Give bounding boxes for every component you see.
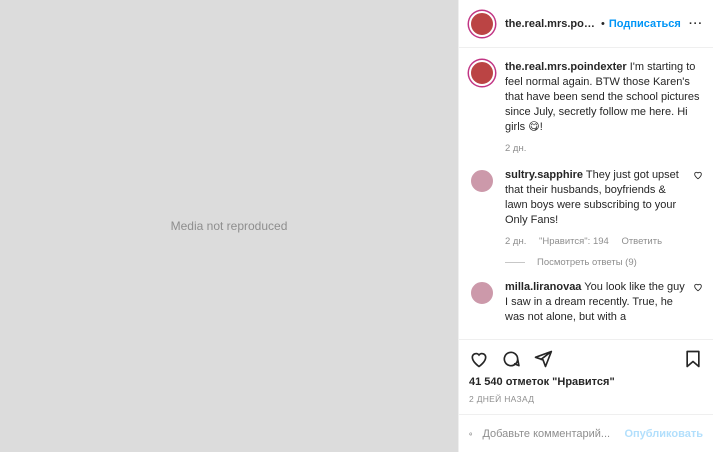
emoji-icon[interactable] bbox=[469, 425, 473, 443]
like-heart-icon[interactable] bbox=[469, 349, 489, 369]
comment-composer: Опубликовать bbox=[459, 414, 713, 452]
post-date[interactable]: 2 дней назад bbox=[469, 394, 703, 404]
post-actions: 41 540 отметок "Нравится" 2 дней назад bbox=[459, 339, 713, 404]
post-sidebar: the.real.mrs.poindexter • Подписаться ··… bbox=[458, 0, 713, 452]
caption-username[interactable]: the.real.mrs.poindexter bbox=[505, 61, 627, 73]
comment-bubble-icon[interactable] bbox=[501, 349, 521, 369]
comment-likes[interactable]: "Нравится": 194 bbox=[539, 236, 609, 247]
post-header: the.real.mrs.poindexter • Подписаться ··… bbox=[459, 0, 713, 48]
comment-heart-icon[interactable] bbox=[693, 170, 703, 180]
likes-count[interactable]: 41 540 отметок "Нравится" bbox=[469, 376, 703, 388]
post-media-placeholder[interactable]: Media not reproduced bbox=[0, 0, 458, 452]
comments-feed[interactable]: the.real.mrs.poindexter I'm starting to … bbox=[459, 48, 713, 339]
view-replies-label: Посмотреть ответы (9) bbox=[537, 257, 637, 268]
share-paper-plane-icon[interactable] bbox=[533, 349, 553, 369]
comment-body: sultry.sapphire They just got upset that… bbox=[505, 168, 687, 249]
more-options-icon[interactable]: ··· bbox=[689, 18, 703, 30]
follow-button[interactable]: Подписаться bbox=[609, 18, 681, 30]
commenter-avatar[interactable] bbox=[469, 168, 495, 194]
author-username[interactable]: the.real.mrs.poindexter bbox=[505, 18, 597, 30]
post-dialog: Media not reproduced the.real.mrs.poinde… bbox=[0, 0, 713, 452]
media-placeholder-text: Media not reproduced bbox=[170, 219, 288, 233]
replies-divider bbox=[505, 262, 525, 263]
post-comment-button[interactable]: Опубликовать bbox=[624, 428, 703, 440]
author-avatar[interactable] bbox=[469, 10, 495, 37]
comment-username[interactable]: sultry.sapphire bbox=[505, 169, 583, 181]
action-icons bbox=[469, 348, 703, 370]
caption-body: the.real.mrs.poindexter I'm starting to … bbox=[505, 60, 703, 156]
commenter-avatar[interactable] bbox=[469, 280, 495, 306]
comment-body: milla.liranovaa You look like the guy I … bbox=[505, 280, 687, 325]
comment-row: sultry.sapphire They just got upset that… bbox=[469, 168, 703, 249]
view-replies-link[interactable]: Посмотреть ответы (9) bbox=[505, 257, 703, 268]
comment-time[interactable]: 2 дн. bbox=[505, 236, 526, 247]
comment-input[interactable] bbox=[482, 427, 625, 440]
header-separator: • bbox=[601, 17, 605, 30]
caption-avatar[interactable] bbox=[469, 60, 495, 86]
comment-meta: 2 дн. "Нравится": 194 Ответить bbox=[505, 234, 687, 249]
caption-meta: 2 дн. bbox=[505, 141, 703, 156]
caption-row: the.real.mrs.poindexter I'm starting to … bbox=[469, 60, 703, 156]
comment-row: milla.liranovaa You look like the guy I … bbox=[469, 280, 703, 325]
reply-button[interactable]: Ответить bbox=[621, 236, 662, 247]
caption-time[interactable]: 2 дн. bbox=[505, 143, 526, 154]
comment-username[interactable]: milla.liranovaa bbox=[505, 281, 581, 293]
comment-heart-icon[interactable] bbox=[693, 282, 703, 292]
save-bookmark-icon[interactable] bbox=[683, 349, 703, 369]
